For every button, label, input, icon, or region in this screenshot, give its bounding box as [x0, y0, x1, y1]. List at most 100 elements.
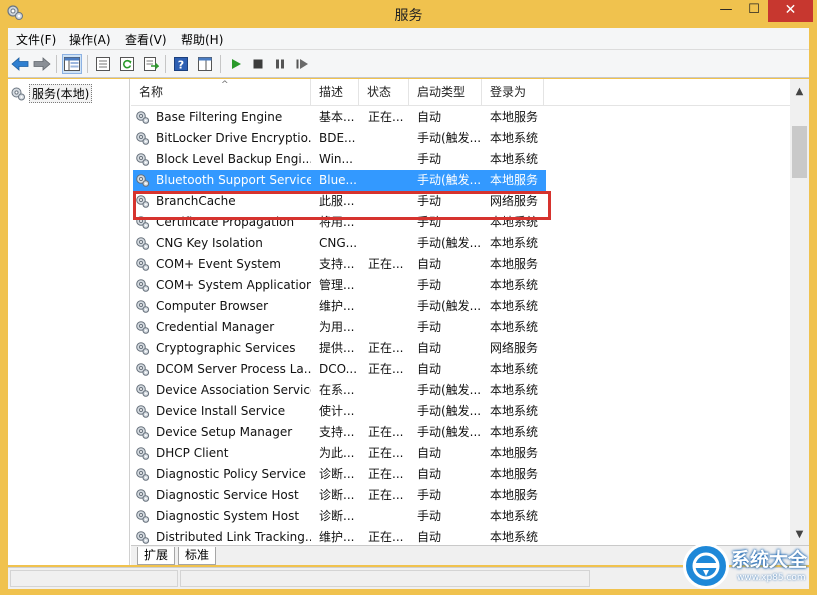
service-gear-icon [135, 446, 150, 461]
table-row[interactable]: Device Association Service 在系... 手动(触发... 本… [131, 380, 791, 401]
table-row[interactable]: Base Filtering Engine 基本... 正在... 自动 本地服务 [131, 107, 791, 128]
action-pane-button[interactable] [195, 54, 215, 74]
service-status [368, 191, 408, 212]
service-status: 正在... [368, 425, 404, 439]
service-startup-type: 手动 [417, 215, 442, 229]
tab-extended[interactable]: 扩展 [137, 547, 176, 565]
menu-action[interactable]: 操作(A) [69, 31, 111, 48]
services-gear-icon [11, 87, 25, 100]
toolbar-separator [220, 55, 221, 73]
service-logon-as: 本地系统 [490, 530, 539, 544]
service-startup-type: 手动(触发... [417, 383, 482, 397]
close-button[interactable]: ✕ [768, 0, 813, 22]
menu-file[interactable]: 文件(F) [16, 31, 56, 48]
service-status [368, 380, 408, 401]
service-name: Certificate Propagation [156, 215, 295, 229]
service-description: 基本... [319, 110, 355, 124]
column-header-startup-type[interactable]: 启动类型 [409, 79, 482, 106]
forward-button[interactable] [32, 54, 52, 74]
table-row[interactable]: CNG Key Isolation CNG... 手动(触发... 本地系统 [131, 233, 791, 254]
table-row[interactable]: DHCP Client 为此... 正在... 自动 本地服务 [131, 443, 791, 464]
export-list-button[interactable] [141, 54, 161, 74]
table-row[interactable]: Diagnostic System Host 诊断... 手动 本地系统 [131, 506, 791, 527]
maximize-button[interactable]: ☐ [740, 0, 768, 22]
minimize-button[interactable]: — [712, 0, 740, 22]
service-logon-as: 本地系统 [490, 362, 539, 376]
table-row[interactable]: DCOM Server Process La... DCO... 正在... 自动 本地… [131, 359, 791, 380]
table-row[interactable]: Credential Manager 为用... 手动 本地系统 [131, 317, 791, 338]
table-row[interactable]: BranchCache 此服... 手动 网络服务 [131, 191, 791, 212]
table-row[interactable]: COM+ Event System 支持... 正在... 自动 本地服务 [131, 254, 791, 275]
table-row[interactable]: Device Install Service 使计... 手动(触发... 本地系统 [131, 401, 791, 422]
service-logon-as: 网络服务 [490, 194, 539, 208]
status-pane [10, 570, 178, 587]
title-bar[interactable]: 服务 — ☐ ✕ [0, 0, 817, 28]
service-logon-as: 本地系统 [490, 404, 539, 418]
service-name: CNG Key Isolation [156, 236, 263, 250]
service-gear-icon [135, 320, 150, 335]
services-window: 服务 — ☐ ✕ 文件(F) 操作(A) 查看(V) 帮助(H) ? 服务(本地… [0, 0, 817, 595]
service-status: 正在... [368, 488, 404, 502]
table-row[interactable]: Computer Browser 维护... 手动(触发... 本地系统 [131, 296, 791, 317]
table-row[interactable]: Certificate Propagation 将用... 手动 本地系统 [131, 212, 791, 233]
toolbar-separator [56, 55, 57, 73]
service-name: Bluetooth Support Service [156, 173, 311, 187]
table-row[interactable]: Diagnostic Service Host 诊断... 正在... 手动 本地服务 [131, 485, 791, 506]
table-row[interactable]: Cryptographic Services 提供... 正在... 自动 网络服务 [131, 338, 791, 359]
service-logon-as: 本地系统 [490, 131, 539, 145]
table-row[interactable]: Device Setup Manager 支持... 正在... 手动(触发... 本地… [131, 422, 791, 443]
properties-button[interactable] [93, 54, 113, 74]
service-startup-type: 自动 [417, 341, 442, 355]
back-button[interactable] [10, 54, 30, 74]
service-gear-icon [135, 173, 150, 188]
menu-view[interactable]: 查看(V) [125, 31, 167, 48]
menu-help[interactable]: 帮助(H) [181, 31, 223, 48]
pause-service-button[interactable] [270, 54, 290, 74]
restart-icon [296, 59, 308, 69]
table-row[interactable]: Block Level Backup Engi... Win... 手动 本地系统 [131, 149, 791, 170]
service-name: Computer Browser [156, 299, 269, 313]
toolbar: ? [8, 50, 809, 78]
tree-item-services-local[interactable]: 服务(本地) [10, 84, 93, 103]
service-description: 维护... [319, 299, 355, 313]
stop-service-button[interactable] [248, 54, 268, 74]
service-startup-type: 自动 [417, 530, 442, 544]
service-gear-icon [135, 509, 150, 524]
restart-service-button[interactable] [292, 54, 312, 74]
service-status [368, 296, 408, 317]
properties-icon [96, 57, 110, 71]
service-status [368, 212, 408, 233]
service-status [368, 506, 408, 527]
column-header-status[interactable]: 状态 [359, 79, 409, 106]
help-button[interactable]: ? [171, 54, 191, 74]
scroll-thumb[interactable] [792, 126, 807, 178]
play-icon [232, 59, 241, 69]
refresh-button[interactable] [117, 54, 137, 74]
show-console-tree-button[interactable] [62, 54, 82, 74]
column-header-logon-as[interactable]: 登录为 [482, 79, 544, 106]
service-logon-as: 本地系统 [490, 320, 539, 334]
table-row-selected[interactable]: Bluetooth Support Service Blue... 手动(触发...… [131, 170, 791, 191]
service-startup-type: 手动 [417, 278, 442, 292]
column-header-name[interactable]: 名称 ^ [131, 79, 311, 106]
tab-standard[interactable]: 标准 [178, 547, 217, 565]
table-row[interactable]: BitLocker Drive Encryptio... BDE... 手动(触发.… [131, 128, 791, 149]
service-gear-icon [135, 131, 150, 146]
service-status: 正在... [368, 530, 404, 544]
services-rows: Base Filtering Engine 基本... 正在... 自动 本地服务 Bit… [131, 107, 791, 545]
menu-bar: 文件(F) 操作(A) 查看(V) 帮助(H) [8, 28, 809, 50]
table-row[interactable]: COM+ System Application 管理... 手动 本地系统 [131, 275, 791, 296]
vertical-scrollbar[interactable]: ▲ ▼ [790, 79, 809, 545]
start-service-button[interactable] [226, 54, 246, 74]
scroll-up-arrow-icon[interactable]: ▲ [790, 83, 809, 100]
watermark-globe-icon [683, 543, 729, 589]
service-description: Win... [319, 152, 353, 166]
table-row[interactable]: Diagnostic Policy Service 诊断... 正在... 自动 本地服… [131, 464, 791, 485]
watermark-emblem-icon [692, 552, 720, 580]
service-gear-icon [135, 341, 150, 356]
column-header-description[interactable]: 描述 [311, 79, 359, 106]
service-name: Device Association Service [156, 383, 311, 397]
stop-icon [253, 59, 263, 69]
column-header-label: 名称 [139, 85, 164, 99]
service-status [368, 317, 408, 338]
